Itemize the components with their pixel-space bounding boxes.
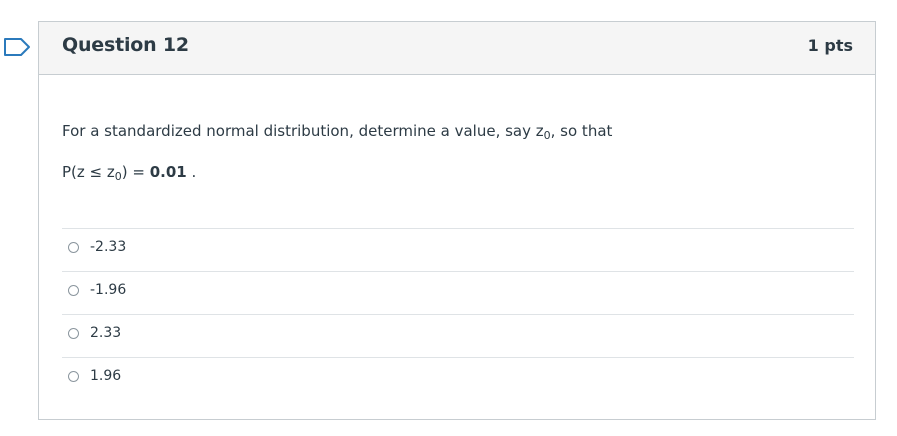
radio-button[interactable] [68, 328, 79, 339]
flag-question-icon[interactable] [3, 37, 33, 57]
answer-label[interactable]: -2.33 [90, 239, 126, 255]
answer-option[interactable]: 1.96 [62, 357, 854, 400]
question-expression: P(z ≤ z0) = 0.01 . [62, 163, 197, 183]
answer-list: -2.33 -1.96 2.33 1.96 [62, 228, 854, 400]
answer-label[interactable]: 2.33 [90, 325, 121, 341]
answer-option[interactable]: -1.96 [62, 271, 854, 314]
question-points: 1 pts [807, 36, 853, 55]
answer-option[interactable]: -2.33 [62, 228, 854, 271]
answer-label[interactable]: -1.96 [90, 282, 126, 298]
answer-option[interactable]: 2.33 [62, 314, 854, 357]
question-header: Question 12 1 pts [39, 22, 875, 75]
question-card: Question 12 1 pts For a standardized nor… [38, 21, 876, 420]
question-title: Question 12 [62, 34, 189, 56]
radio-button[interactable] [68, 285, 79, 296]
answer-label[interactable]: 1.96 [90, 368, 121, 384]
radio-button[interactable] [68, 371, 79, 382]
question-text: For a standardized normal distribution, … [62, 122, 613, 142]
radio-button[interactable] [68, 242, 79, 253]
